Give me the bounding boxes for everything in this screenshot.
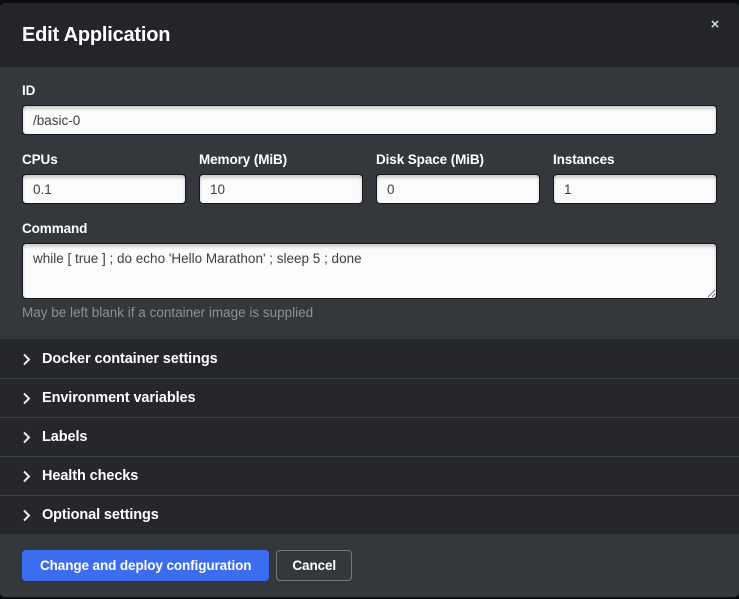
edit-application-modal: Edit Application × ID CPUs Memory (MiB) … (0, 3, 739, 597)
modal-footer: Change and deploy configuration Cancel (0, 534, 739, 597)
command-textarea[interactable]: while [ true ] ; do echo 'Hello Marathon… (22, 243, 717, 299)
close-icon[interactable]: × (703, 13, 727, 37)
command-field-group: Command while [ true ] ; do echo 'Hello … (22, 221, 717, 320)
change-and-deploy-button[interactable]: Change and deploy configuration (22, 550, 269, 581)
chevron-right-icon (22, 431, 31, 444)
memory-label: Memory (MiB) (199, 152, 363, 167)
chevron-right-icon (22, 353, 31, 366)
section-docker-container-settings[interactable]: Docker container settings (0, 339, 739, 378)
section-label: Docker container settings (42, 351, 218, 367)
section-label: Labels (42, 429, 87, 445)
disk-field-group: Disk Space (MiB) (376, 152, 540, 204)
cpus-field-group: CPUs (22, 152, 186, 204)
section-label: Environment variables (42, 390, 195, 406)
chevron-right-icon (22, 509, 31, 522)
resources-row: CPUs Memory (MiB) Disk Space (MiB) Insta… (22, 152, 717, 204)
chevron-right-icon (22, 470, 31, 483)
section-optional-settings[interactable]: Optional settings (0, 495, 739, 534)
command-help-text: May be left blank if a container image i… (22, 305, 717, 320)
command-label: Command (22, 221, 717, 236)
cpus-input[interactable] (22, 174, 186, 204)
memory-field-group: Memory (MiB) (199, 152, 363, 204)
chevron-right-icon (22, 392, 31, 405)
cpus-label: CPUs (22, 152, 186, 167)
disk-input[interactable] (376, 174, 540, 204)
id-label: ID (22, 83, 717, 98)
section-labels[interactable]: Labels (0, 417, 739, 456)
id-input[interactable] (22, 105, 717, 135)
cancel-button[interactable]: Cancel (276, 550, 352, 581)
section-label: Health checks (42, 468, 138, 484)
memory-input[interactable] (199, 174, 363, 204)
modal-title: Edit Application (22, 24, 170, 47)
instances-input[interactable] (553, 174, 717, 204)
section-label: Optional settings (42, 507, 159, 523)
section-environment-variables[interactable]: Environment variables (0, 378, 739, 417)
disk-label: Disk Space (MiB) (376, 152, 540, 167)
accordion-sections: Docker container settings Environment va… (0, 339, 739, 534)
edit-application-form: ID CPUs Memory (MiB) Disk Space (MiB) In… (0, 67, 739, 339)
instances-field-group: Instances (553, 152, 717, 204)
section-health-checks[interactable]: Health checks (0, 456, 739, 495)
id-field-group: ID (22, 83, 717, 135)
modal-header: Edit Application × (0, 3, 739, 67)
instances-label: Instances (553, 152, 717, 167)
